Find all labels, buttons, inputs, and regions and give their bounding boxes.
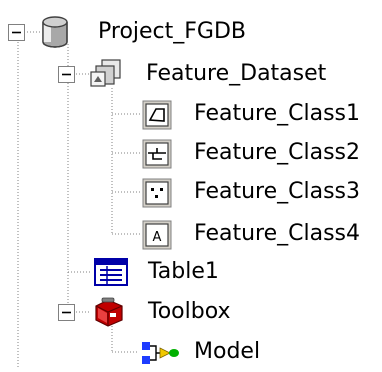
tree-node-label: Feature_Class1 (194, 101, 361, 126)
tree-node-feature-dataset[interactable]: Feature_Dataset (0, 54, 370, 94)
toolbox-icon (92, 296, 126, 328)
line-feature-class-icon (142, 139, 172, 169)
tree-node-label: Feature_Class4 (194, 221, 361, 246)
tree-node-label: Feature_Class3 (194, 179, 361, 204)
feature-dataset-icon (90, 58, 124, 90)
point-feature-class-icon (142, 178, 172, 208)
tree-node-project-fgdb[interactable]: Project_FGDB (0, 12, 300, 52)
tree-node-label: Feature_Class2 (194, 140, 361, 165)
geodatabase-cylinder-icon (40, 16, 70, 48)
tree-node-table1[interactable]: Table1 (0, 252, 300, 292)
annotation-feature-class-icon: A (142, 220, 172, 250)
polygon-feature-class-icon (142, 100, 172, 130)
tree-node-label: Project_FGDB (98, 19, 247, 44)
tree-node-toolbox[interactable]: Toolbox (0, 292, 300, 332)
tree-node-label: Model (194, 339, 261, 364)
collapse-toggle-toolbox[interactable] (58, 304, 76, 322)
annotation-glyph: A (153, 230, 162, 245)
table-icon (94, 258, 128, 286)
tree-node-feature-class-4[interactable]: A Feature_Class4 (0, 214, 382, 254)
tree-node-feature-class-2[interactable]: Feature_Class2 (0, 133, 382, 173)
tree-node-feature-class-3[interactable]: Feature_Class3 (0, 172, 382, 212)
tree-node-label: Toolbox (148, 299, 231, 324)
minus-box-icon (58, 66, 75, 83)
catalog-tree: Project_FGDB Feature_Dataset Feature_Cla… (0, 0, 382, 369)
minus-box-icon (58, 304, 75, 321)
tree-node-feature-class-1[interactable]: Feature_Class1 (0, 94, 382, 134)
collapse-toggle-dataset[interactable] (58, 66, 76, 84)
tree-node-model[interactable]: Model (0, 332, 300, 372)
tree-node-label: Table1 (148, 259, 219, 284)
tree-node-label: Feature_Dataset (146, 61, 327, 86)
minus-box-icon (8, 24, 25, 41)
collapse-toggle-root[interactable] (8, 24, 26, 42)
model-icon (140, 340, 180, 366)
